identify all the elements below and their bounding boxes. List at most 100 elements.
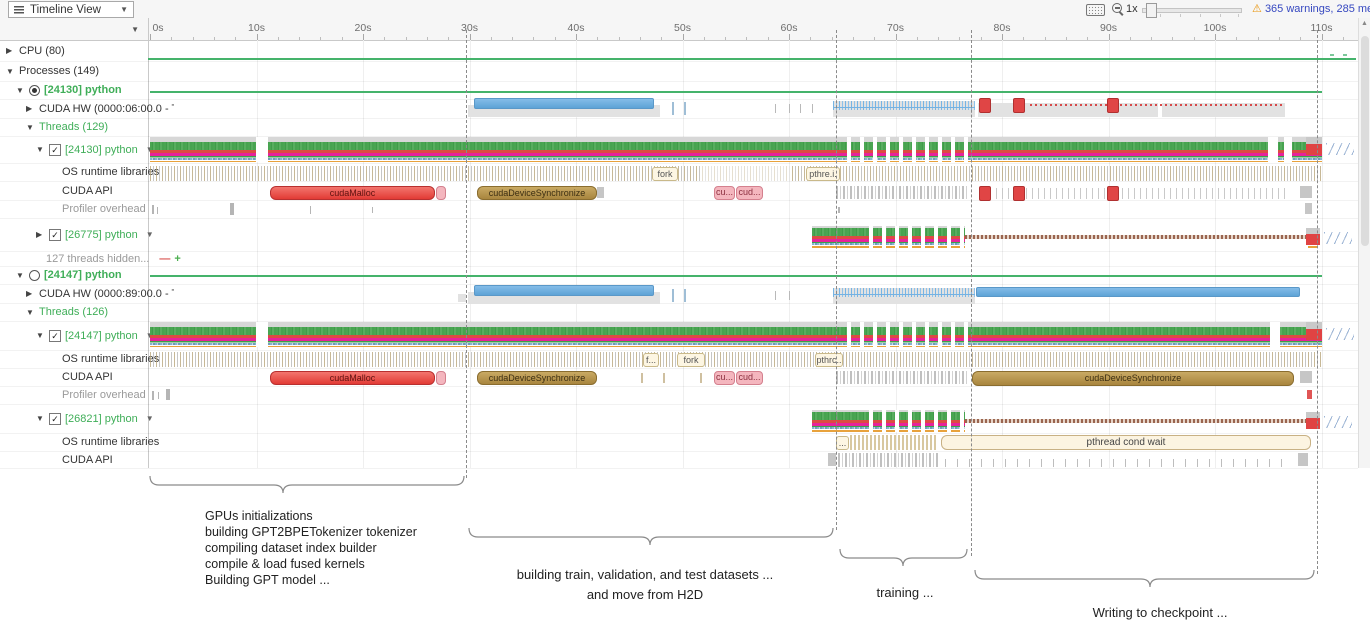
row-separator — [0, 451, 1358, 452]
tree-row-cuda-hw-0000-89-00-0-tesl[interactable]: ▶CUDA HW (0000:89:00.0 - Tesl — [0, 284, 174, 303]
collapse-arrow-icon[interactable]: ▼ — [16, 271, 25, 280]
collapse-arrow-icon[interactable]: ▼ — [16, 86, 25, 95]
tree-row-cuda-api[interactable]: CUDA API — [0, 181, 210, 200]
thread-24130-activity-band[interactable] — [150, 137, 1322, 162]
show-threads-button[interactable]: + — [174, 253, 180, 265]
os-runtime-barcode[interactable] — [150, 352, 1322, 367]
timeline-view-dropdown[interactable]: Timeline View ▼ — [8, 1, 134, 18]
cuda-api-devicesync-bar[interactable]: cudaDeviceSynchronize — [477, 371, 597, 385]
expand-arrow-icon[interactable]: ▶ — [26, 289, 35, 298]
tree-row-26821-python[interactable]: ▼✓[26821] python▼ — [0, 404, 184, 433]
thread-26821-wait-line[interactable] — [965, 419, 1306, 423]
cuda-api-dense-calls[interactable] — [836, 371, 968, 384]
tree-row-24130-python[interactable]: ▼[24130] python — [0, 81, 164, 99]
os-runtime-pthread-bar[interactable]: pthre.i. — [806, 167, 840, 181]
cuda-api-small-bar[interactable] — [436, 371, 446, 385]
cuda-api-gray-bar[interactable] — [597, 187, 604, 198]
collapse-arrow-icon[interactable]: ▼ — [26, 123, 35, 132]
cuda-api-dense-calls[interactable] — [836, 186, 968, 199]
tree-row-cuda-api[interactable]: CUDA API — [0, 368, 210, 386]
cuda-api-cu-bar[interactable]: cu... — [714, 371, 735, 385]
cuda-api-gray-bar[interactable] — [1300, 371, 1312, 383]
cuda-api-red-call[interactable] — [1013, 186, 1025, 201]
cuda-hw-red-marker[interactable] — [979, 98, 991, 113]
time-ruler[interactable]: 0s10s20s30s40s50s60s70s80s90s100s110s — [148, 18, 1358, 41]
tree-row-profiler-overhead[interactable]: Profiler overhead — [0, 200, 210, 218]
tree-row-127-threads-hidden[interactable]: 127 threads hidden...—+ — [0, 251, 194, 266]
expand-arrow-icon[interactable]: ▶ — [36, 230, 45, 239]
cuda-api-gray-bar[interactable] — [828, 453, 836, 466]
zoom-out-icon[interactable] — [1112, 3, 1122, 13]
thread-visibility-checkbox[interactable]: ✓ — [49, 229, 61, 241]
os-runtime-fork-bar[interactable]: fork — [652, 167, 678, 181]
zoom-slider-track[interactable] — [1142, 8, 1242, 13]
tree-row-cuda-hw-0000-06-00-0-tesl[interactable]: ▶CUDA HW (0000:06:00.0 - Tesl — [0, 99, 174, 118]
scroll-up-arrow-icon[interactable]: ▲ — [1361, 20, 1368, 27]
chevron-down-icon[interactable]: ▼ — [131, 25, 139, 34]
tree-row-26775-python[interactable]: ▶✓[26775] python▼ — [0, 218, 184, 251]
thread-24147-activity-band[interactable] — [150, 322, 1322, 347]
collapse-arrow-icon[interactable]: ▼ — [6, 67, 15, 76]
cuda-hw-red-marker[interactable] — [1013, 98, 1025, 113]
cuda-hw-long-kernel-bar[interactable] — [976, 287, 1300, 297]
collapse-arrow-icon[interactable]: ▼ — [36, 145, 45, 154]
focus-radio-unselected[interactable] — [29, 270, 40, 281]
cuda-api-long-devicesync-bar[interactable]: cudaDeviceSynchronize — [972, 371, 1294, 386]
expand-arrow-icon[interactable]: ▶ — [6, 46, 15, 55]
thread-visibility-checkbox[interactable]: ✓ — [49, 144, 61, 156]
zoom-slider-thumb[interactable] — [1146, 3, 1157, 18]
expand-arrow-icon[interactable]: ▶ — [26, 104, 35, 113]
warnings-link[interactable]: 365 warnings, 285 messages — [1265, 3, 1370, 15]
row-options-dropdown-icon[interactable]: ▼ — [146, 230, 154, 239]
os-runtime-dots-bar[interactable]: ... — [836, 436, 849, 450]
scrollbar-thumb[interactable] — [1361, 36, 1369, 246]
cuda-api-cud-bar[interactable]: cud... — [736, 186, 763, 200]
cpu-utilization-line[interactable] — [148, 58, 1356, 60]
cuda-hw-memory-block[interactable] — [458, 294, 466, 302]
os-runtime-fork-bar[interactable]: fork — [677, 353, 705, 367]
cuda-api-cud-bar[interactable]: cud... — [736, 371, 763, 385]
tree-row-processes-149[interactable]: ▼Processes (149) — [0, 61, 154, 81]
vertical-scrollbar[interactable]: ▲ — [1358, 18, 1370, 468]
cuda-hw-kernel-bar[interactable] — [474, 98, 654, 109]
tree-panel-header[interactable]: ▼ — [0, 18, 148, 41]
cuda-hw-red-marker[interactable] — [1107, 98, 1119, 113]
collapse-arrow-icon[interactable]: ▼ — [36, 331, 45, 340]
cuda-api-devicesync-bar[interactable]: cudaDeviceSynchronize — [477, 186, 597, 200]
cuda-api-cu-bar[interactable]: cu... — [714, 186, 735, 200]
ruler-tick — [938, 37, 939, 40]
tree-row-profiler-overhead[interactable]: Profiler overhead — [0, 386, 210, 404]
process-24130-utilization-line[interactable] — [150, 91, 1322, 93]
cuda-api-red-call[interactable] — [1107, 186, 1119, 201]
cuda-api-dense-calls[interactable] — [838, 453, 938, 467]
tree-row-threads-129[interactable]: ▼Threads (129) — [0, 118, 174, 136]
cuda-hw-kernel-bar[interactable] — [474, 285, 654, 296]
focus-radio-selected[interactable] — [29, 85, 40, 96]
collapse-arrow-icon[interactable]: ▼ — [36, 414, 45, 423]
os-runtime-f-bar[interactable]: f... — [643, 353, 659, 367]
tree-row-threads-126[interactable]: ▼Threads (126) — [0, 303, 174, 321]
cuda-api-gray-bar[interactable] — [1300, 186, 1312, 198]
thread-visibility-checkbox[interactable]: ✓ — [49, 413, 61, 425]
cuda-api-cudamalloc-bar[interactable]: cudaMalloc — [270, 371, 435, 385]
hide-threads-button[interactable]: — — [159, 253, 170, 265]
tree-row-24147-python[interactable]: ▼[24147] python — [0, 266, 164, 284]
thread-visibility-checkbox[interactable]: ✓ — [49, 330, 61, 342]
keyboard-shortcuts-icon[interactable] — [1086, 4, 1105, 16]
thread-26775-wait-line[interactable] — [965, 235, 1306, 239]
tree-row-cuda-api[interactable]: CUDA API — [0, 451, 210, 468]
collapse-arrow-icon[interactable]: ▼ — [26, 308, 35, 317]
cuda-api-sparse-calls[interactable] — [990, 188, 1285, 199]
cuda-api-red-call[interactable] — [979, 186, 991, 201]
cuda-api-small-bar[interactable] — [436, 186, 446, 200]
os-runtime-barcode[interactable] — [850, 435, 938, 450]
cuda-api-cudamalloc-bar[interactable]: cudaMalloc — [270, 186, 435, 200]
os-runtime-pthread-cond-wait-bar[interactable]: pthread cond wait — [941, 435, 1311, 450]
tree-row-cpu-80[interactable]: ▶CPU (80) — [0, 40, 154, 61]
row-options-dropdown-icon[interactable]: ▼ — [146, 414, 154, 423]
tree-row-os-runtime-libraries[interactable]: OS runtime libraries — [0, 433, 210, 451]
process-24147-utilization-line[interactable] — [150, 275, 1322, 277]
os-runtime-pthread-bar[interactable]: pthrc.. — [815, 353, 843, 367]
cuda-api-gray-bar[interactable] — [1298, 453, 1308, 466]
cuda-api-sparse-calls[interactable] — [945, 459, 1285, 467]
